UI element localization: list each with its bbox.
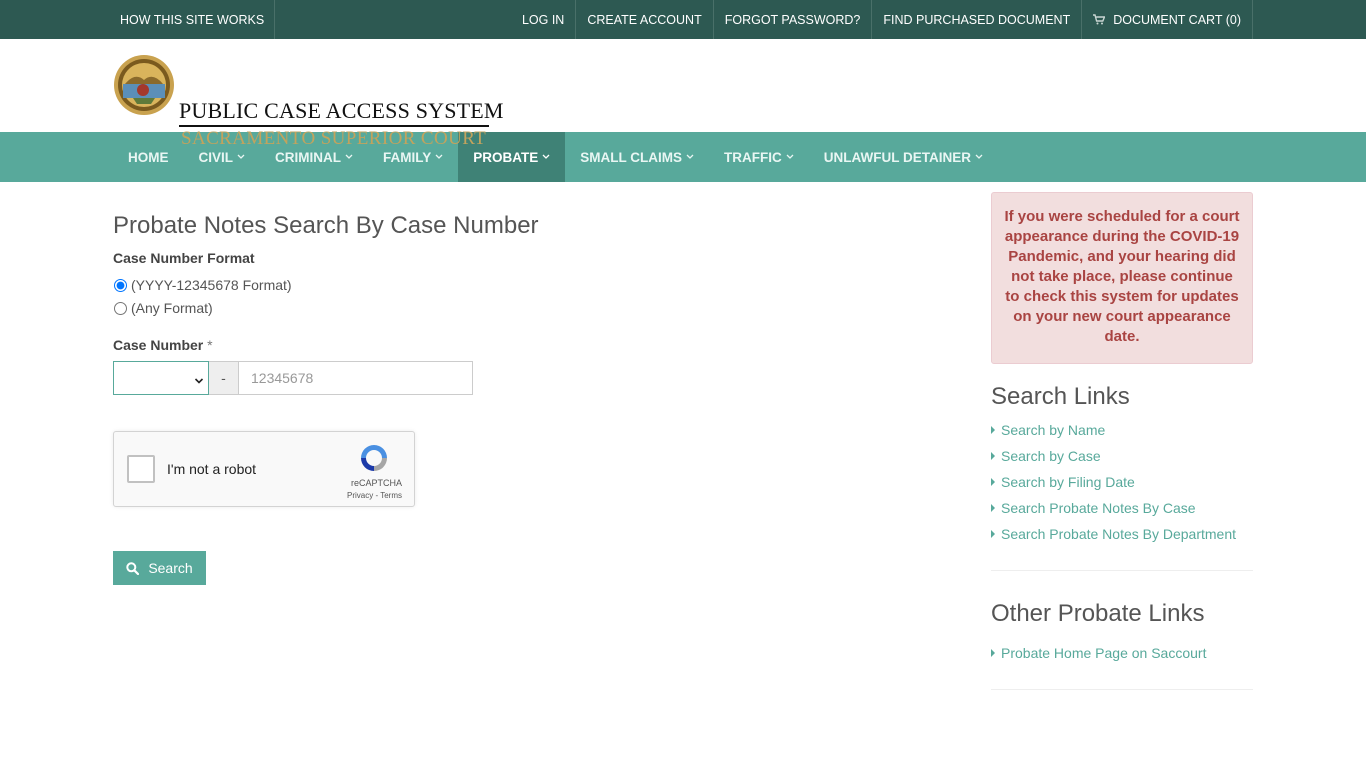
case-number-group: -: [113, 361, 473, 395]
format-option-any[interactable]: (Any Format): [113, 300, 213, 316]
site-header: PUBLIC CASE ACCESS SYSTEM SACRAMENTO SUP…: [0, 39, 1366, 149]
search-by-case-link[interactable]: Search by Case: [991, 448, 1101, 464]
find-purchased-document-link[interactable]: FIND PURCHASED DOCUMENT: [872, 0, 1083, 39]
search-icon: [126, 561, 140, 575]
chevron-down-icon: [194, 373, 204, 389]
other-probate-links-heading: Other Probate Links: [991, 600, 1205, 627]
case-number-label-text: Case Number: [113, 337, 204, 353]
search-button[interactable]: Search: [113, 551, 206, 585]
chevron-down-icon: [975, 154, 983, 160]
recaptcha-widget: I'm not a robot reCAPTCHA Privacy - Term…: [113, 431, 415, 507]
case-number-input[interactable]: [238, 361, 473, 395]
search-probate-notes-by-department-link[interactable]: Search Probate Notes By Department: [991, 526, 1236, 542]
format-radio-yyyy[interactable]: [114, 278, 127, 292]
nav-small-claims-label: SMALL CLAIMS: [580, 149, 683, 165]
search-links-heading: Search Links: [991, 383, 1130, 410]
caret-right-icon: [991, 478, 995, 486]
search-button-label: Search: [148, 560, 193, 576]
recaptcha-label: I'm not a robot: [167, 461, 257, 477]
sidebar-divider: [991, 570, 1253, 571]
chevron-down-icon: [237, 154, 245, 160]
title-underline: [179, 125, 489, 127]
nav-unlawful-detainer-label: UNLAWFUL DETAINER: [823, 149, 972, 165]
case-format-label: Case Number Format: [113, 250, 255, 266]
nav-probate-label: PROBATE: [473, 149, 539, 165]
required-mark: *: [207, 337, 213, 353]
caret-right-icon: [991, 452, 995, 460]
nav-traffic-label: TRAFFIC: [724, 149, 782, 165]
caret-right-icon: [991, 530, 995, 538]
format-option-yyyy[interactable]: (YYYY-12345678 Format): [113, 277, 292, 293]
nav-civil-label: CIVIL: [198, 149, 234, 165]
format-option-any-label: (Any Format): [131, 300, 213, 316]
chevron-down-icon: [786, 154, 794, 160]
search-by-name-link[interactable]: Search by Name: [991, 422, 1105, 438]
shopping-cart-icon: [1093, 14, 1106, 25]
case-number-dash: -: [209, 361, 238, 395]
search-probate-notes-by-case-label: Search Probate Notes By Case: [1001, 500, 1196, 516]
create-account-link[interactable]: CREATE ACCOUNT: [576, 0, 714, 39]
court-seal-icon[interactable]: [113, 54, 175, 116]
recaptcha-privacy-terms[interactable]: Privacy - Terms: [347, 491, 402, 500]
format-option-yyyy-label: (YYYY-12345678 Format): [131, 277, 292, 293]
chevron-down-icon: [542, 154, 550, 160]
recaptcha-checkbox[interactable]: [127, 455, 155, 483]
page-title: Probate Notes Search By Case Number: [113, 212, 539, 239]
search-by-filing-date-label: Search by Filing Date: [1001, 474, 1135, 490]
recaptcha-logo-icon: [361, 445, 387, 471]
search-probate-notes-by-case-link[interactable]: Search Probate Notes By Case: [991, 500, 1196, 516]
search-by-filing-date-link[interactable]: Search by Filing Date: [991, 474, 1135, 490]
nav-home-label: HOME: [128, 149, 169, 165]
chevron-down-icon: [435, 154, 443, 160]
nav-traffic[interactable]: TRAFFIC: [709, 132, 809, 182]
covid-alert: If you were scheduled for a court appear…: [991, 192, 1253, 364]
recaptcha-brand: reCAPTCHA: [350, 478, 402, 488]
site-title[interactable]: PUBLIC CASE ACCESS SYSTEM: [179, 98, 504, 124]
main-content: Probate Notes Search By Case Number Case…: [0, 182, 1366, 768]
document-cart-label: DOCUMENT CART (0): [1113, 12, 1241, 27]
caret-right-icon: [991, 649, 995, 657]
site-subtitle: SACRAMENTO SUPERIOR COURT: [181, 128, 487, 149]
case-year-select[interactable]: [113, 361, 209, 395]
chevron-down-icon: [345, 154, 353, 160]
probate-home-page-link[interactable]: Probate Home Page on Saccourt: [991, 645, 1206, 661]
caret-right-icon: [991, 426, 995, 434]
how-this-site-works-link[interactable]: HOW THIS SITE WORKS: [113, 0, 276, 39]
caret-right-icon: [991, 504, 995, 512]
document-cart-link[interactable]: DOCUMENT CART (0): [1082, 0, 1253, 39]
case-number-label: Case Number *: [113, 337, 213, 353]
log-in-link[interactable]: LOG IN: [511, 0, 577, 39]
search-by-case-label: Search by Case: [1001, 448, 1101, 464]
probate-home-page-label: Probate Home Page on Saccourt: [1001, 645, 1207, 661]
forgot-password-link[interactable]: FORGOT PASSWORD?: [714, 0, 873, 39]
chevron-down-icon: [686, 154, 694, 160]
nav-home[interactable]: HOME: [113, 132, 184, 182]
nav-unlawful-detainer[interactable]: UNLAWFUL DETAINER: [809, 132, 998, 182]
nav-family-label: FAMILY: [383, 149, 432, 165]
sidebar-divider: [991, 689, 1253, 690]
search-by-name-label: Search by Name: [1001, 422, 1106, 438]
nav-small-claims[interactable]: SMALL CLAIMS: [565, 132, 709, 182]
nav-criminal-label: CRIMINAL: [275, 149, 342, 165]
search-probate-notes-by-department-label: Search Probate Notes By Department: [1001, 526, 1237, 542]
top-bar: HOW THIS SITE WORKS LOG IN CREATE ACCOUN…: [0, 0, 1366, 39]
format-radio-any[interactable]: [114, 301, 127, 315]
